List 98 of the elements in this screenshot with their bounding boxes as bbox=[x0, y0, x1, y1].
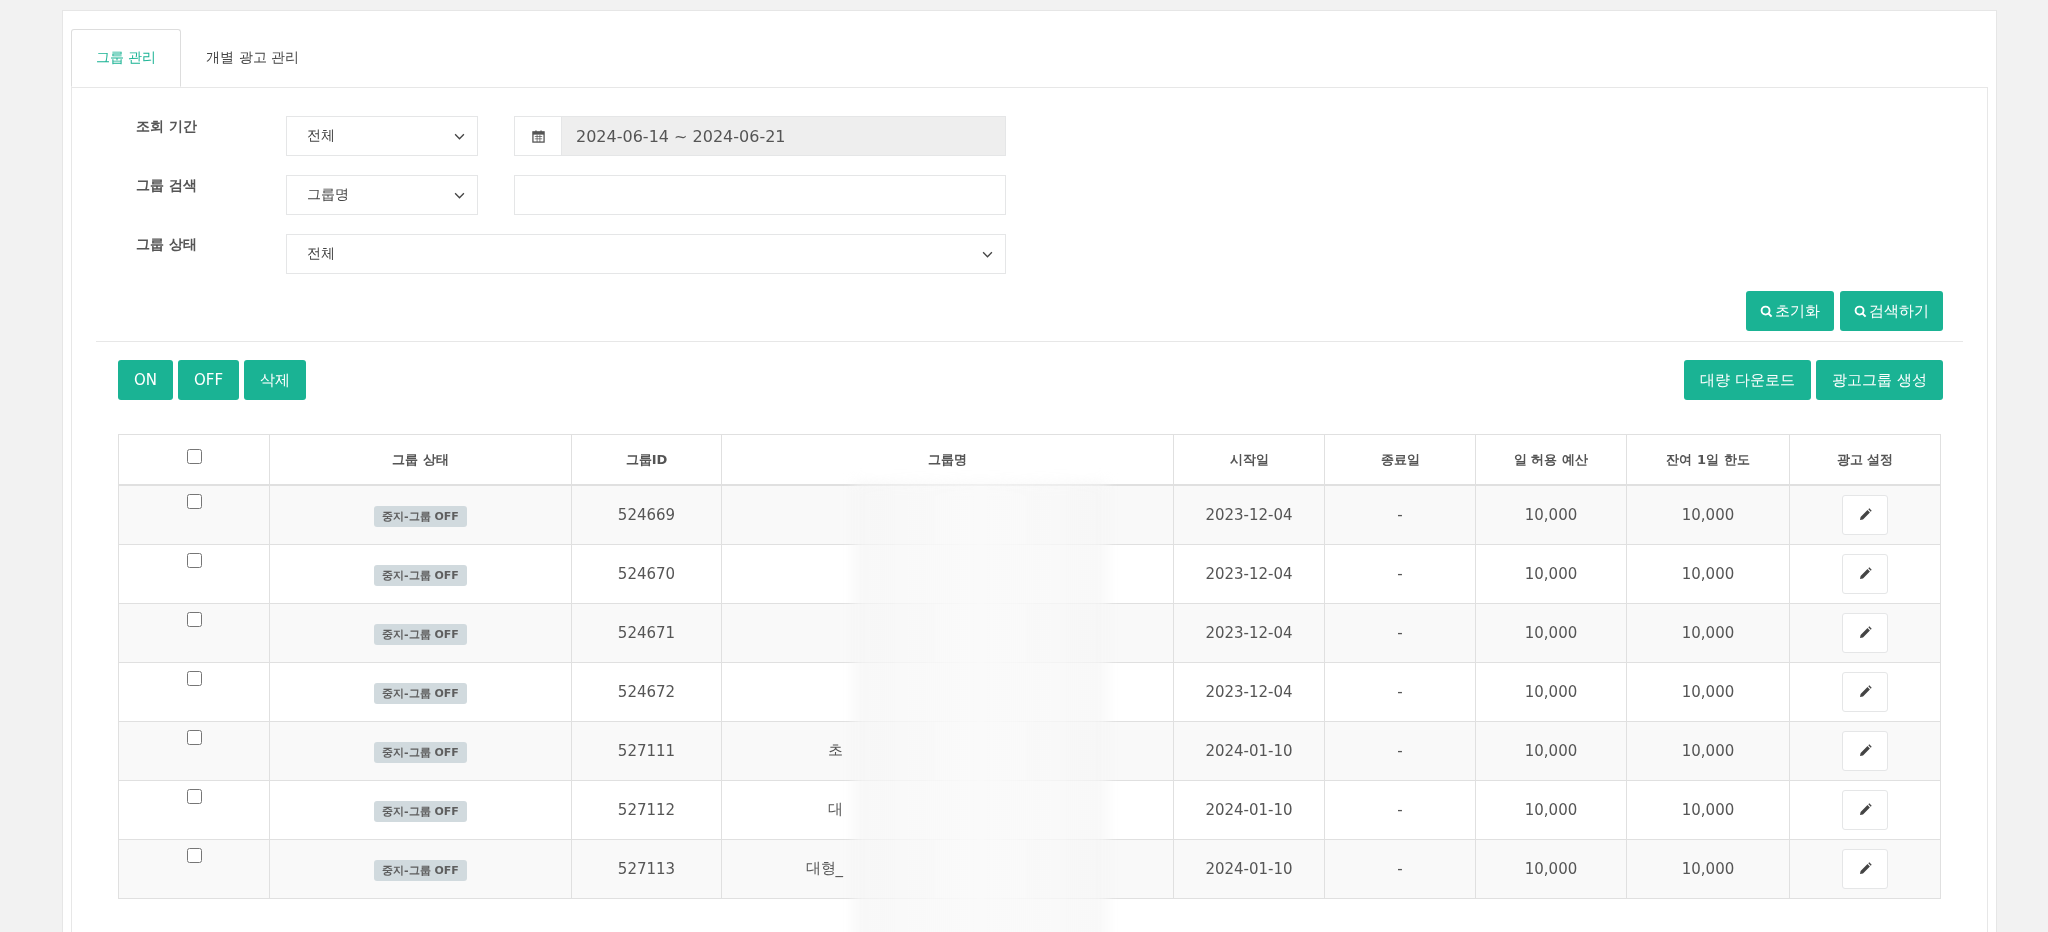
status-badge: 중지-그룹 OFF bbox=[374, 682, 467, 704]
table-cell: 524670 bbox=[617, 564, 676, 583]
row-checkbox[interactable] bbox=[186, 494, 202, 509]
action-button[interactable]: OFF bbox=[178, 360, 240, 400]
period-select[interactable]: 전체 bbox=[286, 116, 478, 156]
edit-button[interactable] bbox=[1842, 671, 1888, 712]
table-cell: - bbox=[1397, 505, 1403, 524]
search-button[interactable]: 검색하기 bbox=[1840, 291, 1943, 331]
edit-button[interactable] bbox=[1842, 848, 1888, 889]
column-header: 잔여 1일 한도 bbox=[1666, 451, 1750, 467]
edit-button[interactable] bbox=[1842, 730, 1888, 771]
table-cell: 527113 bbox=[617, 859, 676, 878]
row-checkbox[interactable] bbox=[186, 729, 202, 745]
table-cell: 2024-01-10 bbox=[1205, 741, 1293, 760]
pencil-icon bbox=[1858, 566, 1872, 581]
status-select[interactable]: 전체 bbox=[286, 234, 1006, 274]
column-header: 일 허용 예산 bbox=[1513, 451, 1589, 467]
row-checkbox[interactable] bbox=[186, 788, 202, 804]
table-cell: 10,000 bbox=[1681, 564, 1735, 583]
table-cell: - bbox=[1397, 564, 1403, 583]
pencil-icon bbox=[1858, 625, 1872, 640]
chevron-icon bbox=[454, 132, 465, 140]
field-label: 그룹 상태 bbox=[136, 235, 198, 254]
table-cell: 10,000 bbox=[1524, 623, 1578, 642]
table-cell: - bbox=[1397, 623, 1403, 642]
status-badge: 중지-그룹 OFF bbox=[374, 564, 467, 586]
pencil-icon bbox=[1858, 507, 1872, 522]
table-cell: 2023-12-04 bbox=[1205, 564, 1293, 583]
status-badge: 중지-그룹 OFF bbox=[374, 800, 467, 822]
table-cell: 10,000 bbox=[1681, 682, 1735, 701]
table-cell: 2024-01-10 bbox=[1205, 800, 1293, 819]
table-cell: 10,000 bbox=[1524, 741, 1578, 760]
table-cell: 초 bbox=[828, 741, 843, 759]
column-header: 종료일 bbox=[1380, 451, 1420, 467]
chevron-icon bbox=[454, 191, 465, 199]
table-cell: 2024-01-10 bbox=[1205, 859, 1293, 878]
table-cell: - bbox=[1397, 859, 1403, 878]
table-cell: 10,000 bbox=[1524, 505, 1578, 524]
table-cell: 대 bbox=[828, 800, 843, 818]
table-cell: 524669 bbox=[617, 505, 676, 524]
table-cell: 527111 bbox=[617, 741, 676, 760]
table-cell: - bbox=[1397, 682, 1403, 701]
table-cell: 10,000 bbox=[1681, 800, 1735, 819]
table-cell: 10,000 bbox=[1681, 505, 1735, 524]
table-cell: 10,000 bbox=[1681, 859, 1735, 878]
table-cell: 527112 bbox=[617, 800, 676, 819]
edit-button[interactable] bbox=[1842, 553, 1888, 594]
select-all-checkbox[interactable] bbox=[186, 449, 202, 464]
column-header: 그룹명 bbox=[928, 451, 967, 467]
column-header: 시작일 bbox=[1229, 451, 1269, 467]
date-range-field[interactable]: 2024-06-14 ~ 2024-06-21 bbox=[514, 116, 1006, 156]
table-cell: 10,000 bbox=[1524, 564, 1578, 583]
table-cell: 2023-12-04 bbox=[1205, 623, 1293, 642]
table-cell: 2023-12-04 bbox=[1205, 505, 1293, 524]
action-button[interactable]: 광고그룹 생성 bbox=[1816, 360, 1943, 400]
action-button[interactable]: ON bbox=[118, 360, 174, 400]
pencil-icon bbox=[1858, 684, 1872, 699]
table-cell: 10,000 bbox=[1524, 800, 1578, 819]
field-label: 조회 기간 bbox=[136, 117, 198, 136]
calendar-icon bbox=[531, 129, 545, 143]
tab[interactable]: 그룹 관리 bbox=[71, 29, 182, 87]
table-cell: 10,000 bbox=[1524, 682, 1578, 701]
column-header: 그룹ID bbox=[625, 451, 668, 467]
row-checkbox[interactable] bbox=[186, 552, 202, 568]
table-cell: 524671 bbox=[617, 623, 676, 642]
status-badge: 중지-그룹 OFF bbox=[374, 741, 467, 763]
edit-button[interactable] bbox=[1842, 494, 1888, 535]
action-button[interactable]: 대량 다운로드 bbox=[1684, 360, 1812, 400]
status-badge: 중지-그룹 OFF bbox=[374, 505, 467, 527]
action-button[interactable]: 삭제 bbox=[244, 360, 307, 400]
search-icon bbox=[1854, 304, 1867, 318]
table-cell: 대형_ bbox=[805, 859, 843, 877]
column-header: 광고 설정 bbox=[1836, 451, 1894, 467]
row-checkbox[interactable] bbox=[186, 670, 202, 686]
table-cell: 10,000 bbox=[1524, 859, 1578, 878]
pencil-icon bbox=[1858, 861, 1872, 876]
pencil-icon bbox=[1858, 802, 1872, 817]
status-badge: 중지-그룹 OFF bbox=[374, 623, 467, 645]
search-type-select[interactable]: 그룹명 bbox=[286, 175, 478, 215]
column-header: 그룹 상태 bbox=[392, 451, 449, 467]
search-icon bbox=[1760, 304, 1773, 318]
table-cell: - bbox=[1397, 741, 1403, 760]
row-checkbox[interactable] bbox=[186, 611, 202, 627]
edit-button[interactable] bbox=[1842, 789, 1888, 830]
search-field[interactable] bbox=[514, 175, 1006, 215]
reset-button[interactable]: 초기화 bbox=[1746, 291, 1834, 331]
table-cell: - bbox=[1397, 800, 1403, 819]
row-checkbox[interactable] bbox=[186, 847, 202, 863]
status-badge: 중지-그룹 OFF bbox=[374, 859, 467, 881]
chevron-icon bbox=[982, 250, 993, 258]
table-cell: 524672 bbox=[617, 682, 676, 701]
table-cell: 10,000 bbox=[1681, 623, 1735, 642]
pencil-icon bbox=[1858, 743, 1872, 758]
edit-button[interactable] bbox=[1842, 612, 1888, 653]
field-label: 그룹 검색 bbox=[136, 176, 198, 195]
table-cell: 10,000 bbox=[1681, 741, 1735, 760]
tab[interactable]: 개별 광고 관리 bbox=[181, 29, 325, 87]
table-cell: 2023-12-04 bbox=[1205, 682, 1293, 701]
